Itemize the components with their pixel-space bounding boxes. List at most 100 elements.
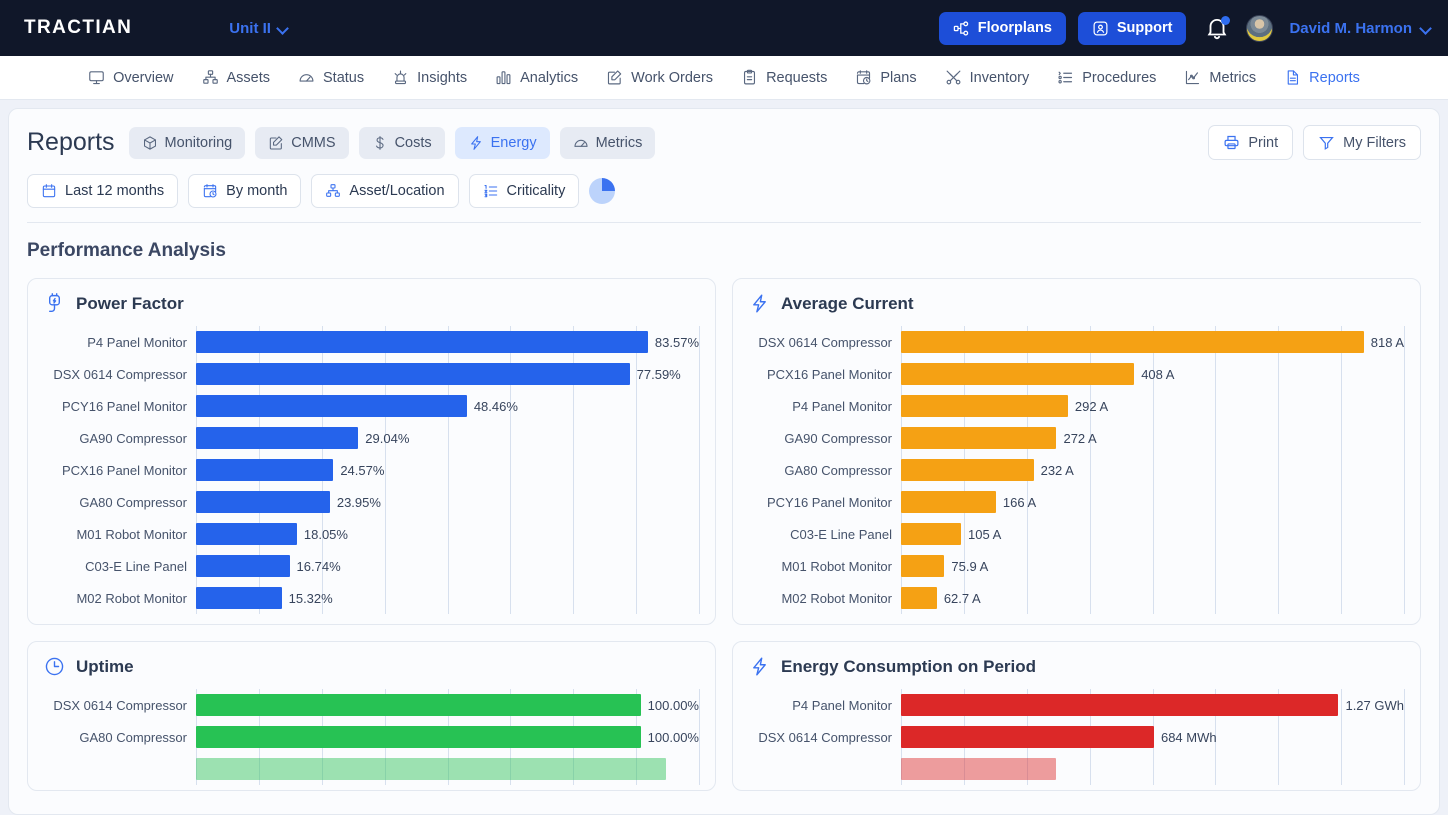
bar[interactable] [196, 694, 641, 716]
chart-bar-row: M02 Robot Monitor62.7 A [749, 582, 1404, 614]
bar[interactable] [196, 459, 333, 481]
notifications-button[interactable] [1204, 15, 1230, 41]
unit-selector[interactable]: Unit II [229, 20, 289, 37]
my-filters-button[interactable]: My Filters [1303, 125, 1421, 160]
nav-item-reports[interactable]: Reports [1270, 56, 1374, 100]
bar-track: 232 A [901, 454, 1404, 486]
nav-item-overview[interactable]: Overview [74, 56, 187, 100]
tab-label: Metrics [596, 135, 643, 151]
bar[interactable] [196, 395, 467, 417]
filter-chip-asset-location[interactable]: Asset/Location [311, 174, 458, 208]
bar-value-label: 100.00% [648, 730, 699, 745]
main-navigation: OverviewAssetsStatusInsightsAnalyticsWor… [0, 56, 1448, 100]
bar[interactable] [196, 726, 641, 748]
bar[interactable] [196, 427, 358, 449]
filter-chip-last-12-months[interactable]: Last 12 months [27, 174, 178, 208]
chart-title: Energy Consumption on Period [781, 657, 1036, 677]
hierarchy-icon [202, 69, 219, 86]
bar[interactable] [196, 555, 290, 577]
chart-bar-row: P4 Panel Monitor1.27 GWh [749, 689, 1404, 721]
bar[interactable] [901, 427, 1056, 449]
filter-chip-label: Last 12 months [65, 183, 164, 199]
bar[interactable] [196, 587, 282, 609]
bar[interactable] [901, 694, 1338, 716]
floorplans-button[interactable]: Floorplans [939, 12, 1066, 45]
chart-header: Power Factor [44, 293, 699, 314]
bar[interactable] [196, 523, 297, 545]
filter-chips-row: Last 12 months By month Asset/Location Crit… [27, 174, 1421, 208]
gauge-icon [573, 135, 589, 151]
user-menu[interactable]: David M. Harmon [1289, 20, 1432, 37]
bar[interactable] [901, 491, 996, 513]
bar[interactable] [901, 331, 1364, 353]
tab-cmms[interactable]: CMMS [255, 127, 348, 159]
nav-item-assets[interactable]: Assets [188, 56, 285, 100]
nav-item-work-orders[interactable]: Work Orders [592, 56, 727, 100]
bar[interactable] [901, 523, 961, 545]
chart-bar-row: P4 Panel Monitor83.57% [44, 326, 699, 358]
gridline [699, 326, 700, 614]
print-label: Print [1248, 135, 1278, 151]
reports-toolbar-row: Reports Monitoring CMMS Costs Energy Metrics… [27, 125, 1421, 160]
tab-monitoring[interactable]: Monitoring [129, 127, 246, 159]
print-button[interactable]: Print [1208, 125, 1293, 160]
filter-chip-criticality[interactable]: Criticality [469, 174, 580, 208]
tab-label: CMMS [291, 135, 335, 151]
chart-bar-row: GA90 Compressor29.04% [44, 422, 699, 454]
nav-item-requests[interactable]: Requests [727, 56, 841, 100]
nav-item-insights[interactable]: Insights [378, 56, 481, 100]
tab-energy[interactable]: Energy [455, 127, 550, 159]
nav-item-status[interactable]: Status [284, 56, 378, 100]
bar-value-label: 16.74% [297, 559, 341, 574]
bar-category-label: GA80 Compressor [44, 730, 196, 745]
bar-value-label: 24.57% [340, 463, 384, 478]
bar[interactable] [901, 395, 1068, 417]
bar[interactable] [196, 758, 666, 780]
bar[interactable] [901, 555, 944, 577]
nav-item-plans[interactable]: Plans [841, 56, 930, 100]
nav-item-label: Inventory [970, 70, 1030, 86]
bar[interactable] [901, 587, 937, 609]
bar[interactable] [901, 363, 1134, 385]
report-tabs: Monitoring CMMS Costs Energy Metrics [129, 127, 656, 159]
bar-value-label: 15.32% [289, 591, 333, 606]
clock-icon [44, 656, 65, 677]
nav-item-procedures[interactable]: Procedures [1043, 56, 1170, 100]
support-button[interactable]: Support [1078, 12, 1187, 45]
bar-category-label: GA90 Compressor [44, 431, 196, 446]
bar[interactable] [196, 331, 648, 353]
chart-card-uptime: UptimeDSX 0614 Compressor100.00%GA80 Com… [27, 641, 716, 791]
bar[interactable] [901, 758, 1056, 780]
bar-category-label: M01 Robot Monitor [749, 559, 901, 574]
bar-track: 684 MWh [901, 721, 1404, 753]
nav-item-analytics[interactable]: Analytics [481, 56, 592, 100]
monitor-icon [88, 69, 105, 86]
bar-category-label: GA80 Compressor [749, 463, 901, 478]
nav-item-metrics[interactable]: Metrics [1170, 56, 1270, 100]
filter-chip-by-month[interactable]: By month [188, 174, 301, 208]
chart-bar-row: C03-E Line Panel16.74% [44, 550, 699, 582]
bar-track: 83.57% [196, 326, 699, 358]
tab-metrics[interactable]: Metrics [560, 127, 656, 159]
username-label: David M. Harmon [1289, 20, 1412, 37]
my-filters-label: My Filters [1343, 135, 1406, 151]
filter-chip-label: Asset/Location [349, 183, 444, 199]
loading-progress-indicator[interactable] [589, 178, 615, 204]
bar-track: 18.05% [196, 518, 699, 550]
bar[interactable] [196, 363, 630, 385]
bar-value-label: 77.59% [637, 367, 681, 382]
bar-value-label: 818 A [1371, 335, 1404, 350]
bar[interactable] [901, 459, 1034, 481]
bar[interactable] [196, 491, 330, 513]
reports-actions: Print My Filters [1208, 125, 1421, 160]
bar[interactable] [901, 726, 1154, 748]
bar-category-label: PCY16 Panel Monitor [749, 495, 901, 510]
avatar[interactable] [1246, 15, 1273, 42]
chart-bar-row: PCX16 Panel Monitor24.57% [44, 454, 699, 486]
bar-value-label: 83.57% [655, 335, 699, 350]
page-title: Reports [27, 128, 115, 157]
tools-icon [945, 69, 962, 86]
chart-bar-row: C03-E Line Panel105 A [749, 518, 1404, 550]
tab-costs[interactable]: Costs [359, 127, 445, 159]
nav-item-inventory[interactable]: Inventory [931, 56, 1044, 100]
